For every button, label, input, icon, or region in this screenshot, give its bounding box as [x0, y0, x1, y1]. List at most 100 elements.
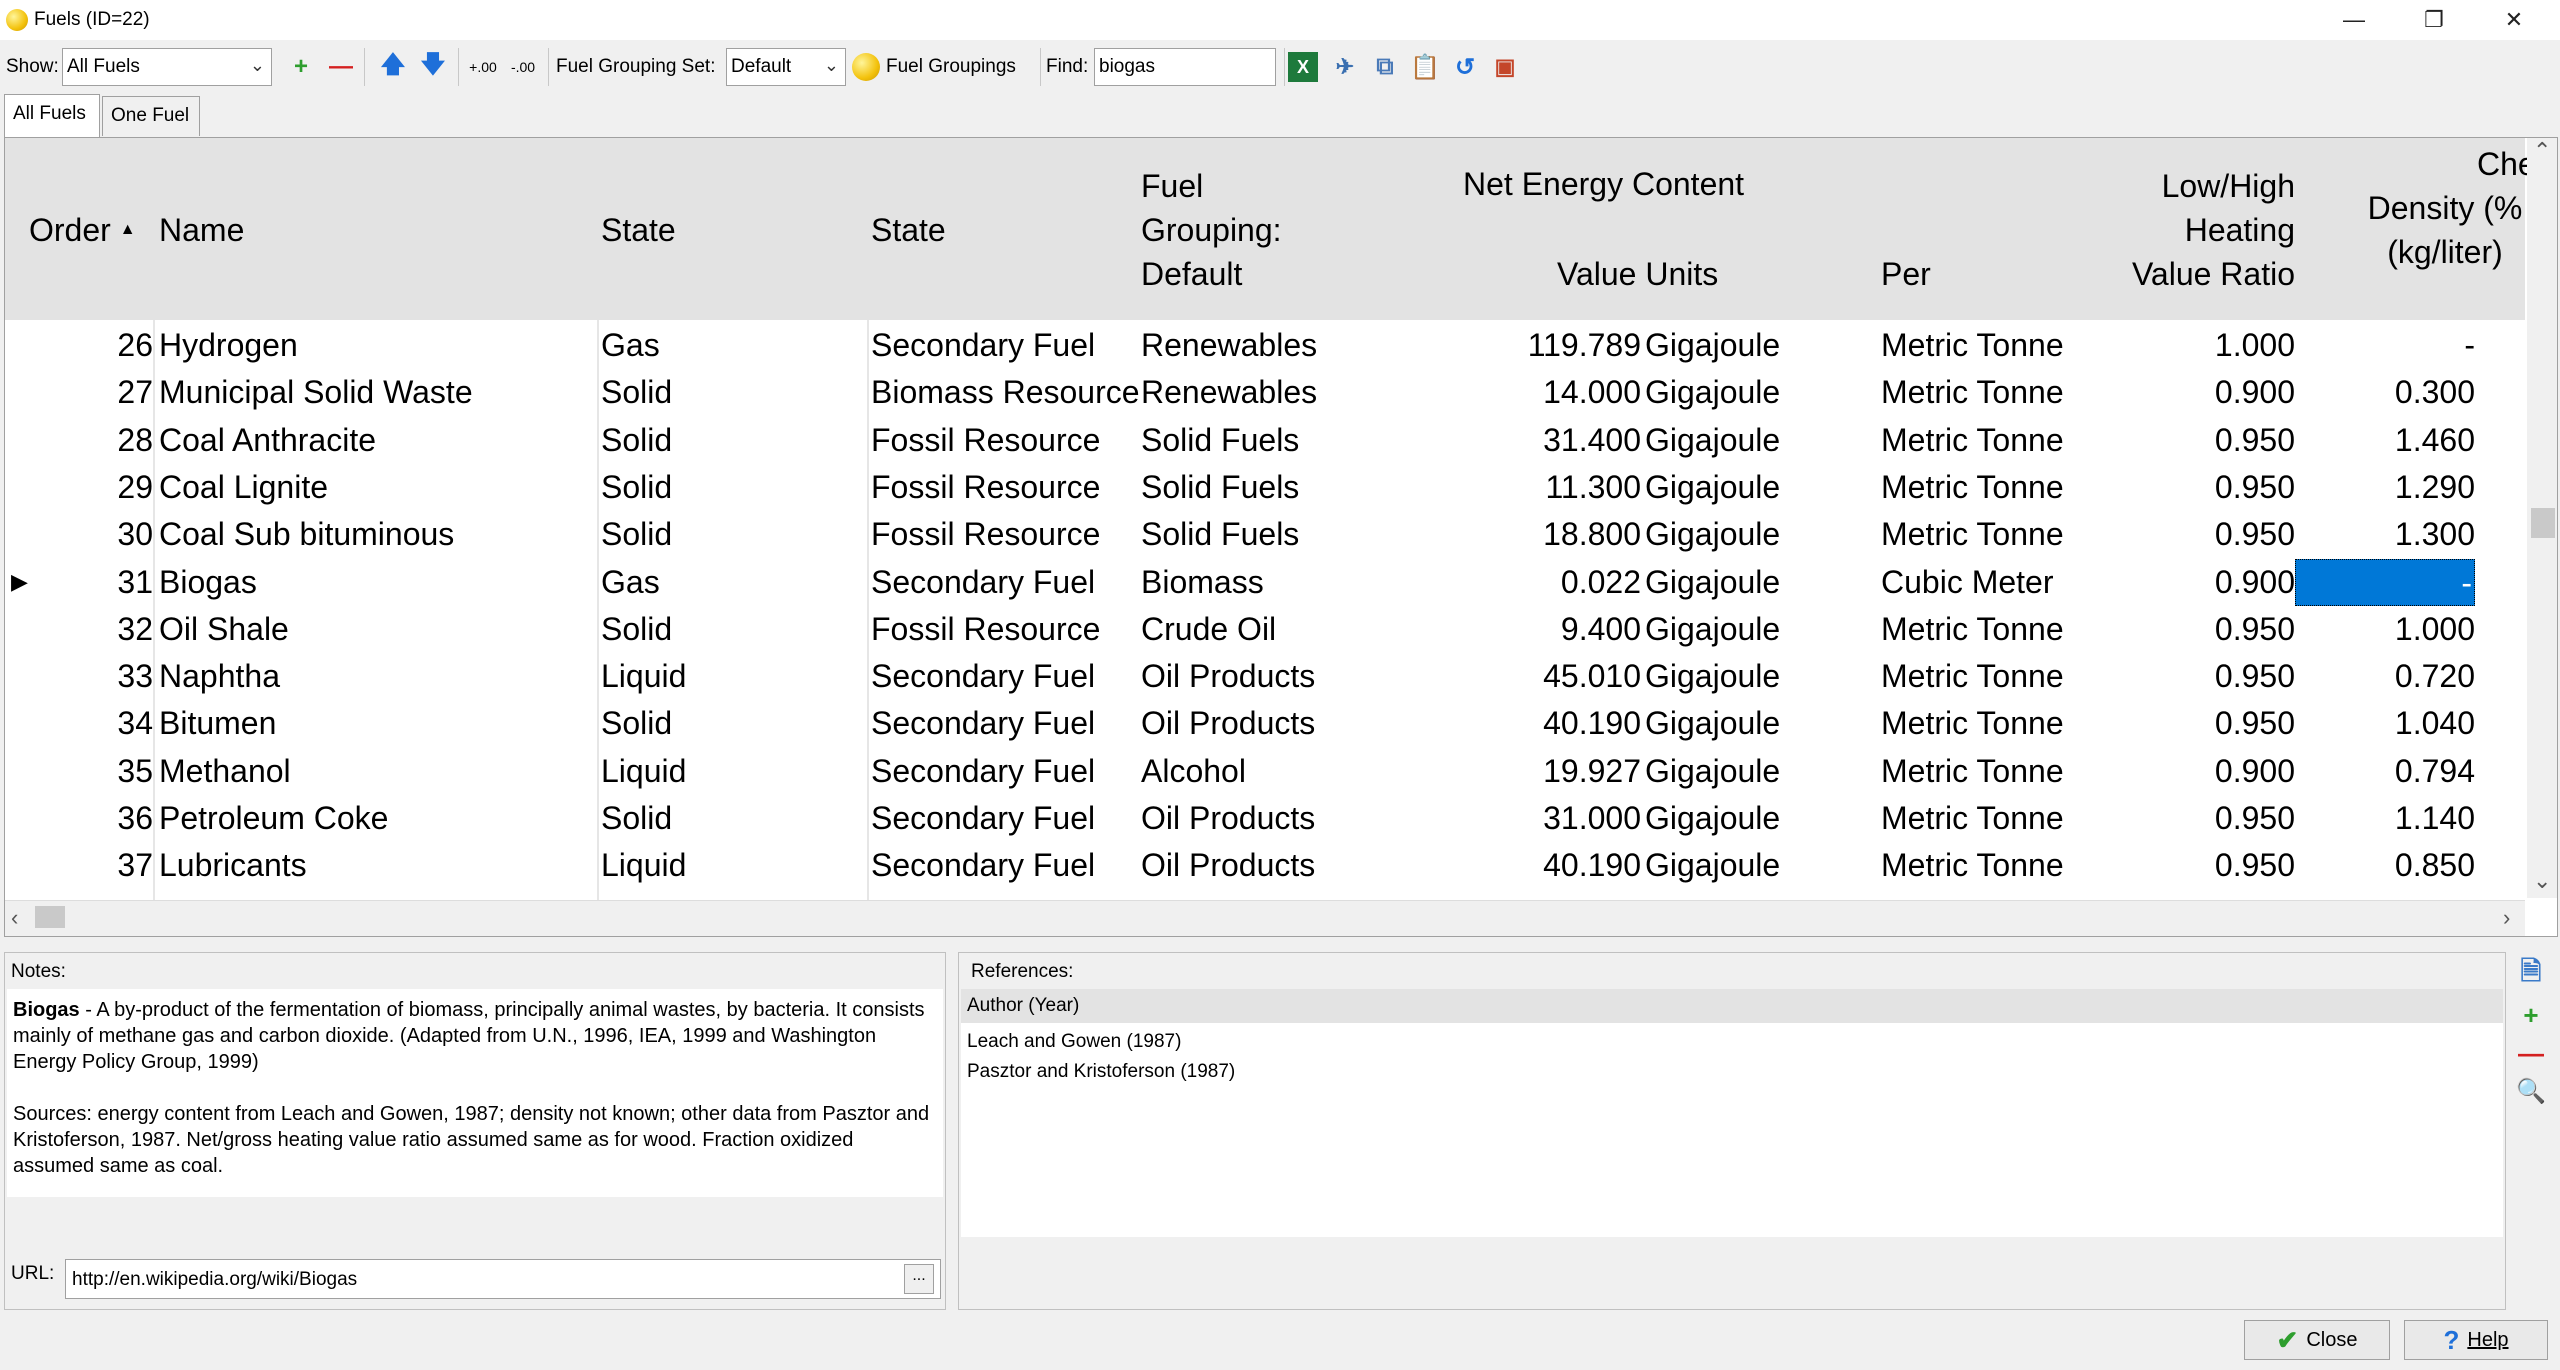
remove-reference-icon[interactable]: — — [2514, 1036, 2548, 1070]
cell-order[interactable]: 30 — [65, 511, 153, 558]
cell-resource[interactable]: Secondary Fuel — [871, 795, 1141, 842]
tab-one-fuel[interactable]: One Fuel — [102, 96, 200, 136]
cell-ratio[interactable]: 0.950 — [2115, 700, 2295, 747]
cell-resource[interactable]: Biomass Resource — [871, 369, 1141, 416]
cell-density[interactable]: - — [2365, 322, 2475, 369]
cell-name[interactable]: Naphtha — [159, 653, 589, 700]
header-fuel-grouping[interactable]: Fuel Grouping: Default — [1141, 164, 1282, 296]
table-row[interactable]: 27 Municipal Solid Waste Solid Biomass Reso… — [5, 369, 2525, 416]
cell-per[interactable]: Metric Tonne — [1881, 700, 2111, 747]
cell-name[interactable]: Oil Shale — [159, 606, 589, 653]
cell-value[interactable]: 31.000 — [1425, 795, 1641, 842]
table-row[interactable]: 32 Oil Shale Solid Fossil Resource Crude Oil… — [5, 606, 2525, 653]
cell-group[interactable]: Solid Fuels — [1141, 511, 1421, 558]
cell-group[interactable]: Alcohol — [1141, 748, 1421, 795]
cell-value[interactable]: 45.010 — [1425, 653, 1641, 700]
header-lhv-ratio[interactable]: Low/High Heating Value Ratio — [2115, 164, 2295, 296]
cell-state[interactable]: Liquid — [601, 653, 861, 700]
cell-per[interactable]: Metric Tonne — [1881, 322, 2111, 369]
cell-group[interactable]: Oil Products — [1141, 653, 1421, 700]
add-icon[interactable]: + — [284, 50, 318, 84]
cell-density[interactable]: - — [2295, 558, 2475, 606]
table-row[interactable]: 30 Coal Sub bituminous Solid Fossil Resourc… — [5, 511, 2525, 558]
cell-per[interactable]: Metric Tonne — [1881, 369, 2111, 416]
cell-resource[interactable]: Fossil Resource — [871, 464, 1141, 511]
cell-state[interactable]: Solid — [601, 700, 861, 747]
scroll-up-icon[interactable]: ⌃ — [2533, 138, 2551, 164]
cell-per[interactable]: Metric Tonne — [1881, 795, 2111, 842]
notes-text[interactable]: Biogas - A by-product of the fermentatio… — [7, 989, 943, 1197]
cell-order[interactable]: 34 — [65, 700, 153, 747]
cell-density[interactable]: 1.140 — [2365, 795, 2475, 842]
cell-resource[interactable]: Fossil Resource — [871, 417, 1141, 464]
table-row[interactable]: 29 Coal Lignite Solid Fossil Resource Solid … — [5, 464, 2525, 511]
cell-value[interactable]: 9.400 — [1425, 606, 1641, 653]
vertical-scroll-thumb[interactable] — [2531, 508, 2555, 538]
cell-resource[interactable]: Fossil Resource — [871, 511, 1141, 558]
help-button[interactable]: ? Help — [2404, 1320, 2548, 1360]
cell-ratio[interactable]: 1.000 — [2115, 322, 2295, 369]
cell-value[interactable]: 11.300 — [1425, 464, 1642, 511]
cell-resource[interactable]: Secondary Fuel — [871, 842, 1141, 889]
table-row[interactable]: 33 Naphtha Liquid Secondary Fuel Oil Product… — [5, 653, 2525, 700]
url-field[interactable]: http://en.wikipedia.org/wiki/Biogas ... — [65, 1259, 941, 1299]
show-select[interactable]: All Fuels ⌄ — [62, 48, 272, 86]
cell-order[interactable]: 33 — [65, 653, 153, 700]
table-row[interactable]: 31 Biogas Gas Secondary Fuel Biomass 0.022 Gig… — [5, 558, 2525, 606]
cell-state[interactable]: Liquid — [601, 748, 861, 795]
header-order[interactable]: Order ▲ — [29, 208, 136, 252]
tab-all-fuels[interactable]: All Fuels — [4, 94, 100, 138]
cell-name[interactable]: Coal Lignite — [159, 464, 589, 511]
cell-name[interactable]: Methanol — [159, 748, 589, 795]
cell-per[interactable]: Metric Tonne — [1881, 748, 2111, 795]
cell-name[interactable]: Biogas — [159, 559, 589, 606]
cell-state[interactable]: Solid — [601, 417, 861, 464]
cell-order[interactable]: 26 — [65, 322, 153, 369]
cell-units[interactable]: Gigajoule — [1645, 748, 1845, 795]
cell-units[interactable]: Gigajoule — [1645, 322, 1845, 369]
table-row[interactable]: 28 Coal Anthracite Solid Fossil Resource Sol… — [5, 417, 2525, 464]
cell-value[interactable]: 18.800 — [1425, 511, 1641, 558]
cell-units[interactable]: Gigajoule — [1645, 511, 1845, 558]
remove-icon[interactable]: — — [324, 50, 358, 84]
cell-density[interactable]: 1.460 — [2365, 417, 2475, 464]
cell-units[interactable]: Gigajoule — [1645, 464, 1845, 511]
cell-state[interactable]: Solid — [601, 369, 861, 416]
horizontal-scroll-thumb[interactable] — [35, 906, 65, 928]
cell-order[interactable]: 36 — [65, 795, 153, 842]
cell-density[interactable]: 0.720 — [2365, 653, 2475, 700]
move-down-icon[interactable]: 🡇 — [416, 50, 450, 84]
decrease-decimals-icon[interactable]: -.00 — [506, 50, 540, 84]
table-row[interactable]: 37 Lubricants Liquid Secondary Fuel Oil Prod… — [5, 842, 2525, 889]
cell-state[interactable]: Solid — [601, 464, 861, 511]
cell-ratio[interactable]: 0.950 — [2115, 795, 2295, 842]
reference-item[interactable]: Leach and Gowen (1987) — [967, 1031, 1181, 1053]
cell-per[interactable]: Cubic Meter — [1881, 559, 2111, 606]
cell-units[interactable]: Gigajoule — [1645, 559, 1845, 606]
table-row[interactable]: 35 Methanol Liquid Secondary Fuel Alcohol 19.… — [5, 748, 2525, 795]
cell-value[interactable]: 14.000 — [1425, 369, 1641, 416]
table-row[interactable]: 34 Bitumen Solid Secondary Fuel Oil Products… — [5, 700, 2525, 747]
cell-group[interactable]: Renewables — [1141, 369, 1421, 416]
new-document-icon[interactable]: 🗎 — [2514, 956, 2548, 992]
cell-name[interactable]: Hydrogen — [159, 322, 589, 369]
cell-value[interactable]: 0.022 — [1425, 559, 1641, 606]
restore-button[interactable]: ❐ — [2394, 0, 2474, 40]
cell-state[interactable]: Solid — [601, 606, 861, 653]
header-state[interactable]: State — [601, 208, 676, 252]
horizontal-scrollbar[interactable]: ‹ › — [5, 900, 2525, 936]
url-browse-button[interactable]: ... — [904, 1264, 934, 1294]
cell-order[interactable]: 35 — [65, 748, 153, 795]
cell-resource[interactable]: Secondary Fuel — [871, 748, 1141, 795]
cell-ratio[interactable]: 0.950 — [2115, 606, 2295, 653]
header-value-units[interactable]: Value Units — [1557, 252, 1718, 296]
cell-order[interactable]: 31 — [65, 559, 153, 606]
aircraft-icon[interactable]: ✈ — [1328, 50, 1362, 84]
cell-order[interactable]: 27 — [65, 369, 153, 416]
cell-per[interactable]: Metric Tonne — [1881, 606, 2111, 653]
cell-order[interactable]: 29 — [65, 464, 153, 511]
cell-density[interactable]: 0.850 — [2365, 842, 2475, 889]
cell-density[interactable]: 1.290 — [2365, 464, 2475, 511]
scroll-left-icon[interactable]: ‹ — [11, 905, 18, 931]
cell-group[interactable]: Oil Products — [1141, 700, 1421, 747]
